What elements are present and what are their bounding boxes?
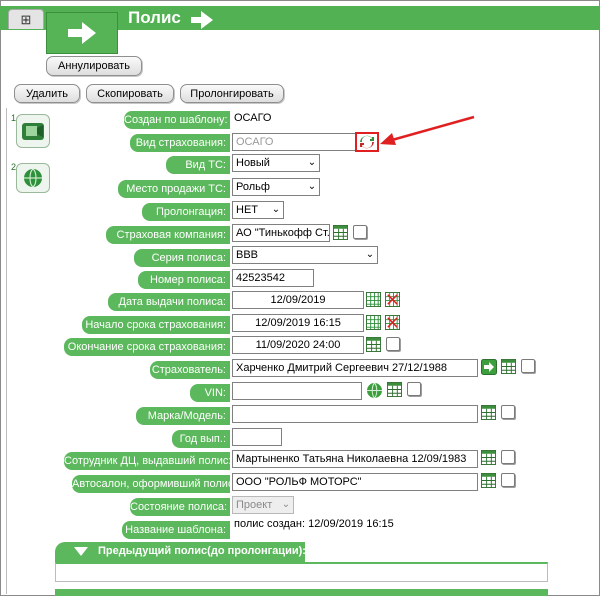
calendar-clear-icon[interactable] xyxy=(385,292,400,307)
table-icon[interactable] xyxy=(387,382,402,397)
bottom-bar xyxy=(55,589,548,596)
insurer-label: Страхователь: xyxy=(150,361,230,379)
number-field[interactable]: 42523542 xyxy=(232,269,314,287)
chevron-down-icon: ⌄ xyxy=(307,157,317,168)
open-card-icon[interactable] xyxy=(407,382,421,396)
start-field[interactable]: 12/09/2019 16:15 xyxy=(232,314,364,332)
vin-label: VIN: xyxy=(190,384,230,402)
open-card-icon[interactable] xyxy=(501,473,515,487)
go-arrow-icon[interactable] xyxy=(481,359,497,375)
open-card-icon[interactable] xyxy=(501,405,515,419)
sale-place-select[interactable]: Рольф ⌄ xyxy=(232,178,320,196)
template-label: Создан по шаблону: xyxy=(124,111,230,129)
issue-date-field[interactable]: 12/09/2019 xyxy=(232,291,364,309)
calendar-icon[interactable] xyxy=(366,292,381,307)
state-label: Состояние полиса: xyxy=(130,498,230,516)
template-value: ОСАГО xyxy=(234,112,272,124)
chevron-down-icon: ⌄ xyxy=(307,181,317,192)
forward-arrow-tile[interactable] xyxy=(46,12,118,54)
series-value: ВВВ xyxy=(236,249,259,261)
table-icon[interactable] xyxy=(481,405,496,420)
open-card-icon[interactable] xyxy=(386,337,400,351)
sale-place-value: Рольф xyxy=(236,181,270,193)
issue-date-label: Дата выдачи полиса: xyxy=(108,293,230,311)
globe-search-icon[interactable] xyxy=(366,382,383,399)
template-name-value: полис создан: 12/09/2019 16:15 xyxy=(234,518,394,530)
title-arrow-icon[interactable] xyxy=(189,9,215,31)
annotation-arrow-icon xyxy=(380,115,475,145)
table-icon[interactable] xyxy=(366,337,381,352)
arrow-right-icon xyxy=(68,22,96,44)
camera-icon xyxy=(22,123,44,140)
calendar-icon[interactable] xyxy=(366,315,381,330)
vehicle-type-label: Вид ТС: xyxy=(166,156,230,174)
prolongation-value: НЕТ xyxy=(236,204,258,216)
series-select[interactable]: ВВВ ⌄ xyxy=(232,246,378,264)
globe-icon xyxy=(24,168,42,188)
page-title: Полис xyxy=(128,8,181,27)
open-card-icon[interactable] xyxy=(501,450,515,464)
dealer-label: Автосалон, оформивший полис: xyxy=(72,475,237,493)
table-icon[interactable] xyxy=(501,359,516,374)
calendar-clear-icon[interactable] xyxy=(385,315,400,330)
prolongation-select[interactable]: НЕТ ⌄ xyxy=(232,201,284,219)
chevron-down-icon: ⌄ xyxy=(365,249,375,260)
delete-button[interactable]: Удалить xyxy=(14,84,80,103)
series-label: Серия полиса: xyxy=(134,249,230,267)
side-tool-2[interactable] xyxy=(16,163,50,193)
employee-label: Сотрудник ДЦ, выдавший полис: xyxy=(64,452,231,470)
refresh-button[interactable] xyxy=(355,132,379,152)
refresh-icon xyxy=(360,135,374,149)
vin-field[interactable] xyxy=(232,382,362,400)
insurer-field[interactable]: Харченко Дмитрий Сергеевич 27/12/1988 xyxy=(232,359,478,377)
open-card-icon[interactable] xyxy=(353,225,367,239)
dealer-field[interactable]: ООО "РОЛЬФ МОТОРС" xyxy=(232,473,478,491)
annul-button[interactable]: Аннулировать xyxy=(46,56,142,76)
side-tool-1[interactable] xyxy=(16,114,50,148)
state-select: Проект ⌄ xyxy=(232,496,294,514)
table-icon[interactable] xyxy=(481,450,496,465)
brand-field[interactable] xyxy=(232,405,478,423)
sale-place-label: Место продажи ТС: xyxy=(118,180,230,198)
collapse-icon xyxy=(74,547,88,556)
insurance-type-label: Вид страхования: xyxy=(130,134,230,152)
chevron-down-icon: ⌄ xyxy=(281,499,291,510)
table-icon[interactable] xyxy=(481,473,496,488)
state-value: Проект xyxy=(236,499,273,511)
brand-label: Марка/Модель: xyxy=(136,407,230,425)
table-icon[interactable] xyxy=(333,225,348,240)
vehicle-type-select[interactable]: Новый ⌄ xyxy=(232,154,320,172)
start-label: Начало срока страхования: xyxy=(82,316,230,334)
year-field[interactable] xyxy=(232,428,282,446)
grid-icon[interactable]: ⊞ xyxy=(8,9,44,29)
number-label: Номер полиса: xyxy=(138,271,230,289)
previous-policy-panel xyxy=(55,562,548,582)
company-field[interactable]: АО "Тинькофф Ст... xyxy=(232,224,330,242)
template-name-label: Название шаблона: xyxy=(122,521,230,539)
prolong-button[interactable]: Пролонгировать xyxy=(180,84,284,103)
employee-field[interactable]: Мартыненко Татьяна Николаевна 12/09/1983 xyxy=(232,450,478,468)
open-card-icon[interactable] xyxy=(521,359,535,373)
chevron-down-icon: ⌄ xyxy=(271,204,281,215)
vehicle-type-value: Новый xyxy=(236,157,270,169)
end-label: Окончание срока страхования: xyxy=(64,338,230,356)
prolongation-label: Пролонгация: xyxy=(142,203,230,221)
insurance-type-field[interactable]: ОСАГО xyxy=(232,133,356,151)
year-label: Год вып.: xyxy=(172,430,230,448)
company-label: Страховая компания: xyxy=(106,226,230,244)
end-field[interactable]: 11/09/2020 24:00 xyxy=(232,336,364,354)
previous-policy-label: Предыдущий полис(до пролонгации): xyxy=(98,545,306,557)
copy-button[interactable]: Скопировать xyxy=(86,84,174,103)
